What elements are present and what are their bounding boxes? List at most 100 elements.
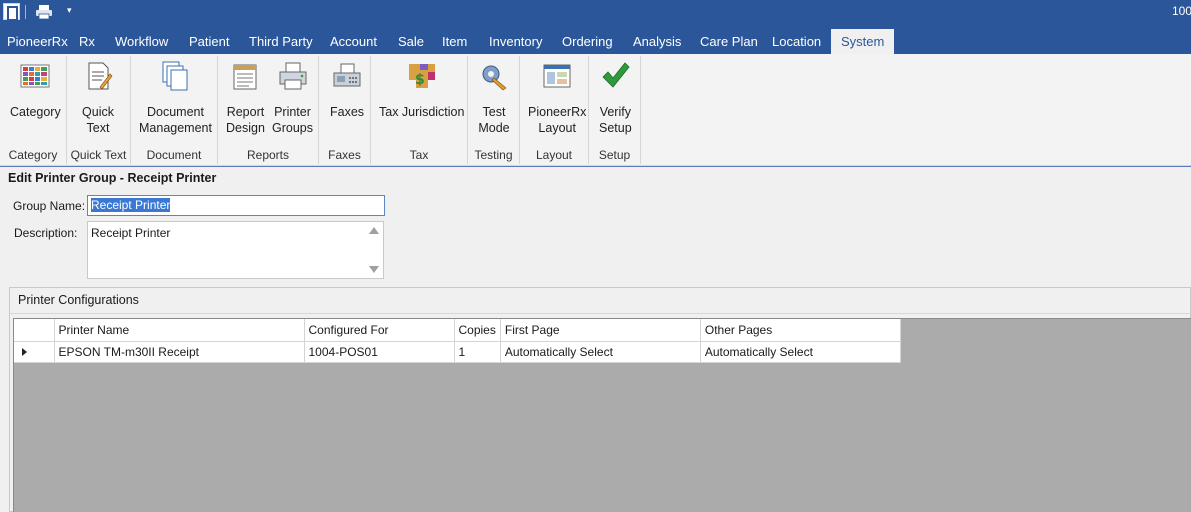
group-name-value: Receipt Printer (91, 198, 171, 212)
column-header-configured-for[interactable]: Configured For (304, 319, 455, 342)
document-management-label-2: Management (139, 121, 212, 135)
menu-bar: PioneerRx Rx Workflow Patient Third Part… (0, 24, 1191, 54)
ribbon-group-reports: Report Design Printer Groups Reports (218, 56, 319, 164)
ribbon-group-faxes: Faxes Faxes (319, 56, 371, 164)
tab-item[interactable]: Item (438, 29, 471, 54)
quick-text-icon (88, 62, 113, 90)
cell-copies[interactable]: 1 (454, 341, 501, 363)
documents-icon (162, 61, 188, 91)
report-design-icon (233, 64, 257, 90)
printer-configurations-panel: Printer Configurations Printer Name Conf… (9, 287, 1191, 512)
ribbon-group-document: Document Management Document (131, 56, 218, 164)
fax-icon (333, 63, 361, 87)
ribbon: Category Category Quick Text Quick Text … (0, 54, 1191, 166)
cell-first-page[interactable]: Automatically Select (500, 341, 701, 363)
ribbon-group-tax: $ Tax Jurisdiction Tax (371, 56, 468, 164)
quick-text-button[interactable]: Quick Text (82, 60, 114, 136)
tab-account[interactable]: Account (326, 29, 381, 54)
category-grid-icon (20, 64, 50, 88)
tax-jurisdiction-label: Tax Jurisdiction (379, 105, 465, 119)
group-label-quick-text: Quick Text (70, 148, 127, 162)
cell-printer-name[interactable]: EPSON TM-m30II Receipt (54, 341, 305, 363)
tab-location[interactable]: Location (768, 29, 825, 54)
ribbon-group-quick-text: Quick Text Quick Text (67, 56, 131, 164)
svg-text:$: $ (415, 72, 425, 88)
scroll-down-icon[interactable] (369, 266, 379, 273)
tab-analysis[interactable]: Analysis (629, 29, 685, 54)
report-design-label-1: Report (226, 105, 265, 119)
group-label-faxes: Faxes (328, 148, 361, 162)
faxes-label: Faxes (330, 105, 365, 119)
group-label-reports: Reports (246, 148, 290, 162)
tab-patient[interactable]: Patient (185, 29, 233, 54)
tab-workflow[interactable]: Workflow (111, 29, 172, 54)
ribbon-group-category: Category Category (0, 56, 67, 164)
category-label: Category (10, 105, 61, 119)
group-label-document: Document (146, 148, 202, 162)
tab-pioneerrx[interactable]: PioneerRx (3, 29, 72, 54)
description-value: Receipt Printer (91, 226, 171, 240)
tab-sale[interactable]: Sale (394, 29, 428, 54)
panel-separator (10, 313, 1190, 314)
row-selector[interactable] (14, 341, 55, 363)
group-name-input[interactable]: Receipt Printer (87, 195, 385, 216)
pioneerrx-layout-label-1: PioneerRx (528, 105, 587, 119)
title-separator (25, 5, 26, 19)
tab-inventory[interactable]: Inventory (485, 29, 546, 54)
verify-setup-label-2: Setup (599, 121, 632, 135)
quick-text-label-1: Quick (82, 105, 114, 119)
pioneerrx-layout-label-2: Layout (538, 121, 576, 135)
ribbon-divider (0, 166, 1191, 167)
printer-groups-label-1: Printer (274, 105, 311, 119)
cell-configured-for[interactable]: 1004-POS01 (304, 341, 455, 363)
window-title: 100 (1172, 4, 1191, 18)
layout-icon (543, 64, 571, 88)
tab-third-party[interactable]: Third Party (245, 29, 317, 54)
quick-print-icon[interactable] (35, 4, 53, 20)
page-title: Edit Printer Group - Receipt Printer (8, 171, 217, 185)
test-mode-icon (482, 65, 507, 91)
printer-groups-button[interactable]: Printer Groups (272, 60, 313, 136)
column-header-copies[interactable]: Copies (454, 319, 501, 342)
column-header-printer-name[interactable]: Printer Name (54, 319, 305, 342)
printer-configurations-title: Printer Configurations (18, 293, 139, 307)
ribbon-group-layout: PioneerRx Layout Layout (520, 56, 589, 164)
cell-other-pages[interactable]: Automatically Select (700, 341, 901, 363)
document-management-label-1: Document (146, 105, 204, 119)
quick-text-label-2: Text (86, 121, 110, 135)
test-mode-label-1: Test (482, 105, 506, 119)
printer-config-table: Printer Name Configured For Copies First… (14, 319, 901, 363)
tab-system[interactable]: System (831, 29, 895, 54)
verify-setup-label-1: Verify (599, 105, 631, 119)
column-header-other-pages[interactable]: Other Pages (700, 319, 901, 342)
quick-access-dropdown-icon[interactable]: ▾ (67, 5, 72, 16)
ribbon-group-setup: Verify Setup Setup (589, 56, 641, 164)
printer-config-grid: Printer Name Configured For Copies First… (13, 318, 1191, 512)
app-logo-icon[interactable] (3, 3, 20, 21)
tab-ordering[interactable]: Ordering (558, 29, 617, 54)
document-management-button[interactable]: Document Management (139, 60, 212, 136)
description-label: Description: (14, 226, 78, 240)
group-label-testing: Testing (474, 148, 513, 162)
tab-care-plan[interactable]: Care Plan (696, 29, 762, 54)
scroll-up-icon[interactable] (369, 227, 379, 234)
pioneerrx-layout-button[interactable]: PioneerRx Layout (528, 60, 586, 136)
row-header-cell (14, 319, 55, 342)
description-textarea[interactable]: Receipt Printer (87, 221, 384, 279)
printer-icon (279, 62, 306, 90)
row-pointer-icon (22, 347, 27, 356)
faxes-button[interactable]: Faxes (330, 60, 364, 120)
ribbon-group-testing: Test Mode Testing (468, 56, 520, 164)
group-name-label: Group Name: (13, 199, 86, 213)
table-header-row: Printer Name Configured For Copies First… (14, 319, 901, 342)
category-button[interactable]: Category (10, 60, 61, 120)
group-label-layout: Layout (535, 148, 573, 162)
table-row[interactable]: EPSON TM-m30II Receipt 1004-POS01 1 Auto… (14, 341, 901, 363)
tab-rx[interactable]: Rx (75, 29, 99, 54)
tax-jurisdiction-button[interactable]: $ Tax Jurisdiction (379, 60, 464, 120)
group-label-setup: Setup (598, 148, 631, 162)
report-design-button[interactable]: Report Design (226, 60, 265, 136)
column-header-first-page[interactable]: First Page (500, 319, 701, 342)
test-mode-button[interactable]: Test Mode (478, 60, 510, 136)
verify-setup-button[interactable]: Verify Setup (599, 60, 632, 136)
